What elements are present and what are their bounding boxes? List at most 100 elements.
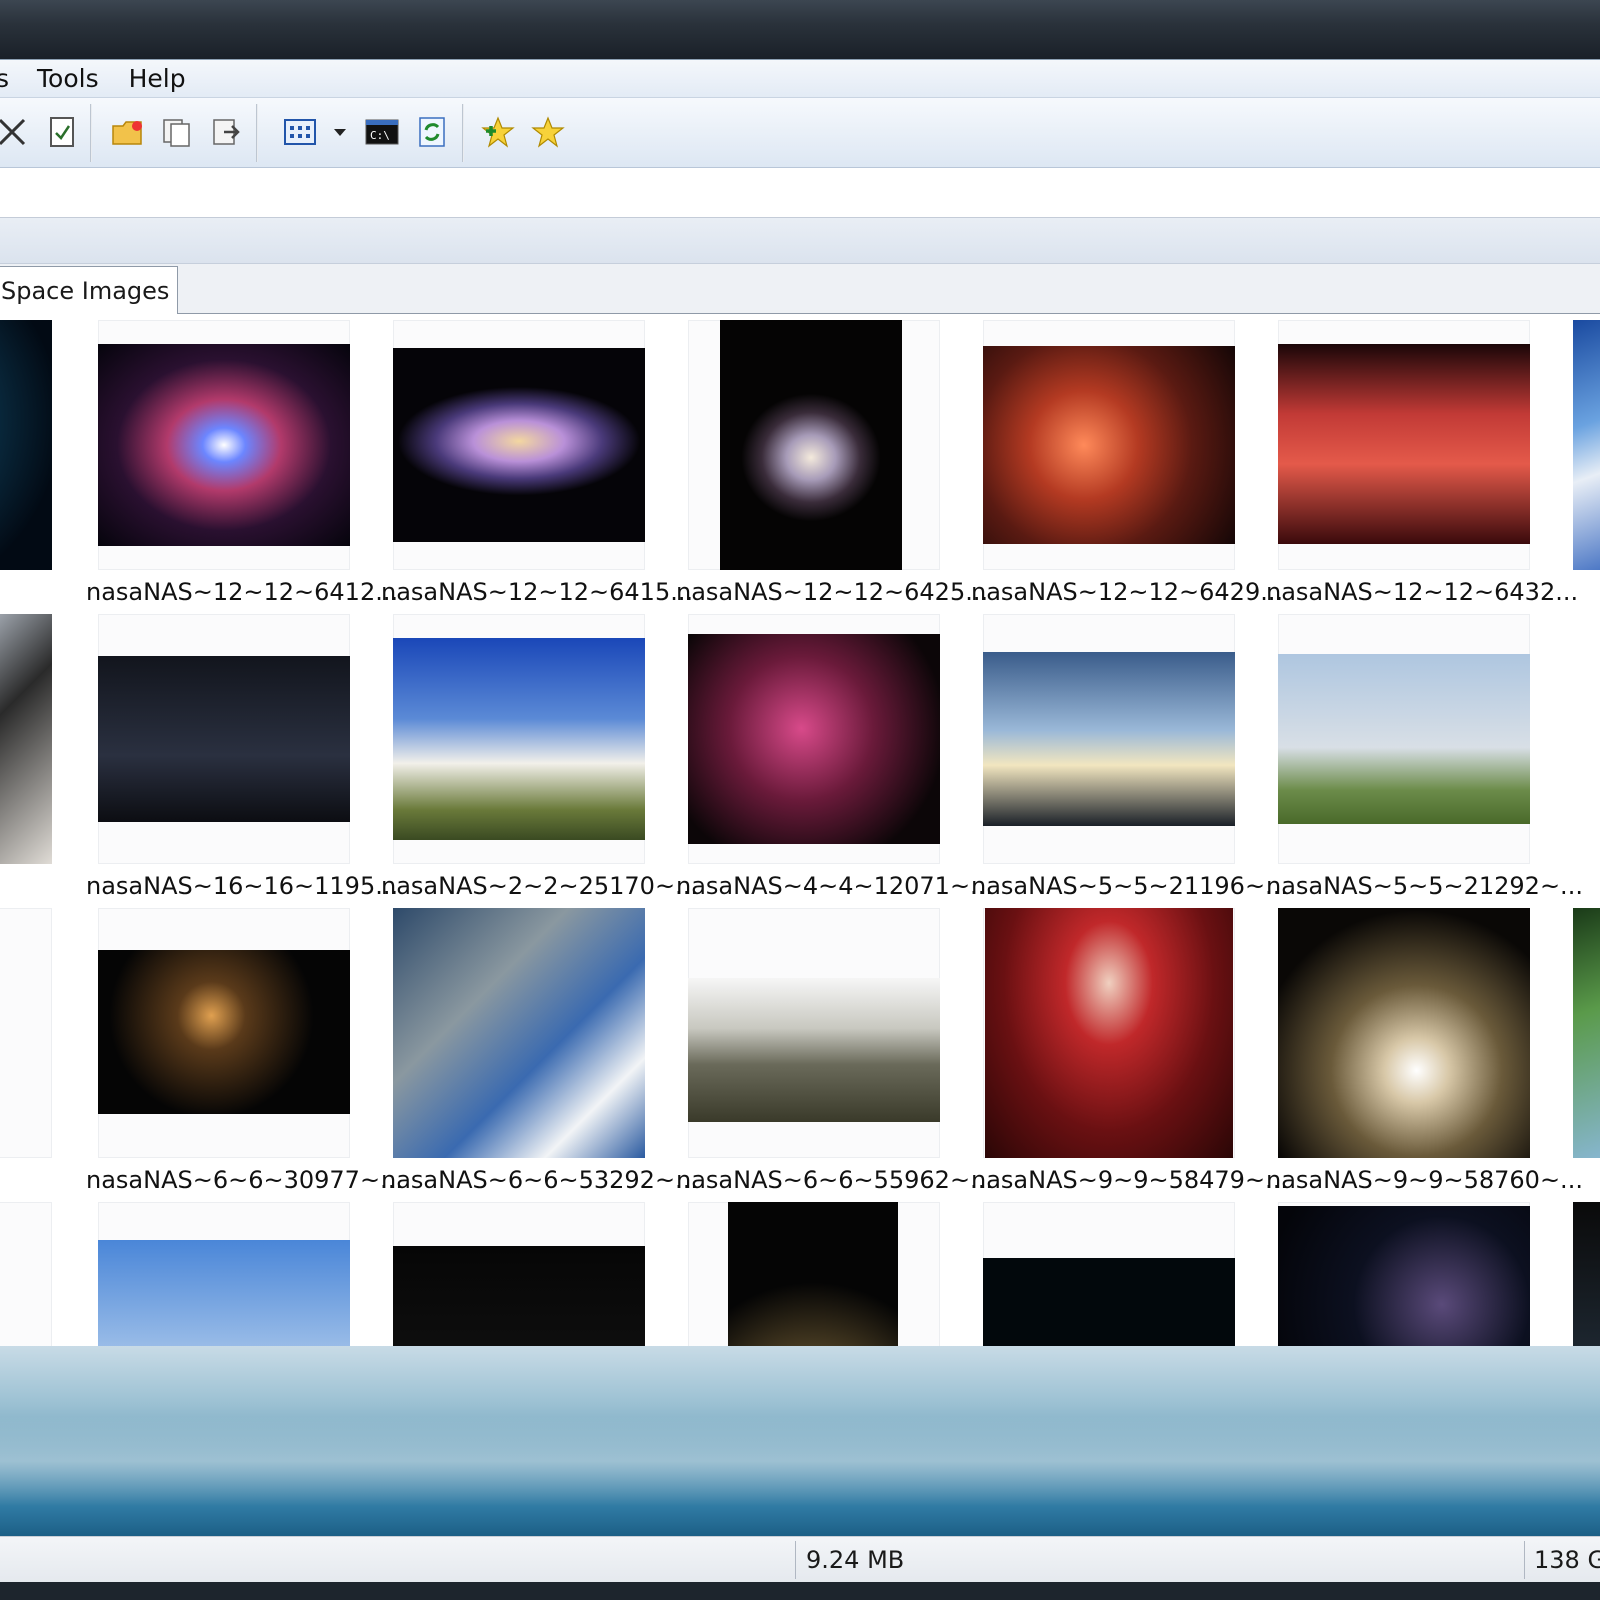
command-prompt-icon[interactable]: C:\: [364, 114, 400, 150]
toolbar-separator: [462, 104, 464, 162]
thumbnail-image-deep-field: [1278, 1206, 1530, 1346]
thumbnail-image-nebula-red: [983, 346, 1235, 544]
thumbnail-caption: nasaNAS~6~6~55962~...: [676, 1166, 993, 1194]
thumbnail-caption: nas: [1561, 1166, 1600, 1194]
thumbnail-caption: nasaNAS~6~6~53292~...: [381, 1166, 698, 1194]
thumbnail-image-nebula-pink: [688, 634, 940, 844]
menu-item-help[interactable]: Help: [129, 64, 186, 93]
thumbnail-item[interactable]: 1195...: [0, 614, 52, 904]
thumbnail-item[interactable]: nas: [1573, 320, 1600, 610]
toolbar: C:\: [0, 98, 1600, 168]
status-free-space: 138 G: [1534, 1546, 1600, 1574]
properties-icon[interactable]: [44, 114, 80, 150]
refresh-icon[interactable]: [414, 114, 450, 150]
thumbnail-image-nebula-pillar: [1278, 344, 1530, 544]
thumbnail-item[interactable]: nasaNAS~16~16~1195...: [86, 614, 398, 904]
title-bar[interactable]: [0, 0, 1600, 60]
tab-label: Space Images: [1, 277, 170, 305]
thumbnail-image-crawlerway: [688, 978, 940, 1122]
thumbnail-item[interactable]: nasaNAS~12~12~6429...: [971, 320, 1283, 610]
thumbnail-item[interactable]: nasaNAS~12~12~6415...: [381, 320, 693, 610]
thumbnail-caption: nasaNAS~12~12~6432...: [1266, 578, 1579, 606]
thumbnail-caption: nasaNAS~12~12~6412...: [86, 578, 399, 606]
svg-text:C:\: C:\: [370, 129, 390, 142]
thumbnail-item[interactable]: [0, 1202, 52, 1346]
thumbnail-image-pad-night: [728, 1202, 898, 1346]
thumbnail-item[interactable]: nasaNAS~9~9~58479~...: [971, 908, 1288, 1198]
thumbnail-caption: 562~...: [0, 1166, 68, 1194]
thumbnail-image-dark-edge: [1573, 1202, 1600, 1346]
thumbnail-caption: nas: [1561, 872, 1600, 900]
thumbnail-image-galaxy-whirlpool: [720, 320, 902, 570]
new-folder-icon[interactable]: [110, 114, 146, 150]
thumbnail-caption: nasaNAS~12~12~6429...: [971, 578, 1284, 606]
thumbnail-image-earth: [1573, 320, 1600, 570]
menu-bar: s Tools Help: [0, 60, 1600, 98]
thumbnail-item[interactable]: nas: [1573, 908, 1600, 1198]
desktop-highlight: [0, 1416, 1600, 1506]
thumbnail-item[interactable]: 5409...: [0, 320, 52, 610]
thumbnail-image-cone-nebula: [985, 908, 1233, 1158]
thumbnail-item[interactable]: [688, 1202, 940, 1346]
delete-icon[interactable]: [0, 114, 30, 150]
thumbnail-caption: nasaNAS~5~5~21196~...: [971, 872, 1288, 900]
move-to-icon[interactable]: [208, 114, 244, 150]
thumbnail-caption: nasaNAS~9~9~58760~...: [1266, 1166, 1583, 1194]
window-bottom-edge: [0, 1582, 1600, 1600]
thumbnail-image-rocket-night: [98, 950, 350, 1114]
thumbnail-frame: [0, 908, 52, 1158]
thumbnail-caption: 1195...: [0, 872, 68, 900]
thumbnail-item[interactable]: nas: [1573, 614, 1600, 904]
thumbnail-item[interactable]: 562~...: [0, 908, 52, 1198]
tab-space-images[interactable]: Space Images: [0, 266, 178, 315]
thumbnail-image-shuttle-landing: [1278, 654, 1530, 824]
thumbnail-image-nebula-blue: [0, 320, 52, 570]
thumbnail-item[interactable]: nasaNAS~12~12~6432...: [1266, 320, 1578, 610]
thumbnail-image-jet-sky: [98, 1240, 350, 1346]
thumbnail-item[interactable]: nasaNAS~2~2~25170~...: [381, 614, 698, 904]
thumbnail-image-launch-night: [1278, 908, 1530, 1158]
favorites-icon[interactable]: [530, 114, 566, 150]
view-dropdown-icon[interactable]: [330, 114, 350, 150]
thumbnail-item[interactable]: nasaNAS~5~5~21292~...: [1266, 614, 1583, 904]
tab-bar: Space Images: [0, 264, 1600, 315]
thumbnail-item[interactable]: [1278, 1202, 1530, 1346]
thumbnail-image-earth-green: [1573, 908, 1600, 1158]
thumbnail-item[interactable]: nasaNAS~6~6~55962~...: [676, 908, 993, 1198]
thumbnail-image-earth-orbit: [393, 908, 645, 1158]
thumbnail-image-galaxy-spiral: [393, 348, 645, 542]
filter-bar: [0, 218, 1600, 264]
view-mode-icon[interactable]: [282, 114, 318, 150]
thumbnail-item[interactable]: nasaNAS~4~4~12071~...: [676, 614, 993, 904]
add-favorite-icon[interactable]: [480, 114, 516, 150]
thumbnail-item[interactable]: nasaNAS~9~9~58760~...: [1266, 908, 1583, 1198]
thumbnail-image-station: [0, 614, 52, 864]
thumbnail-grid[interactable]: 5409...nasaNAS~12~12~6412...nasaNAS~12~1…: [0, 314, 1600, 1346]
menu-item-partial[interactable]: s: [0, 64, 9, 93]
thumbnail-caption: nasaNAS~2~2~25170~...: [381, 872, 698, 900]
thumbnail-item[interactable]: [983, 1202, 1235, 1346]
thumbnail-frame: [0, 1202, 52, 1346]
thumbnail-item[interactable]: nasaNAS~12~12~6425...: [676, 320, 988, 610]
thumbnail-image-galaxy-m82: [98, 344, 350, 546]
desktop-background: [0, 1346, 1600, 1536]
thumbnail-image-blank: [1573, 614, 1600, 864]
thumbnail-caption: nasaNAS~5~5~21292~...: [1266, 872, 1583, 900]
thumbnail-caption: nasaNAS~9~9~58479~...: [971, 1166, 1288, 1194]
thumbnail-caption: nasaNAS~16~16~1195...: [86, 872, 399, 900]
menu-item-tools[interactable]: Tools: [37, 64, 99, 93]
thumbnail-item[interactable]: [98, 1202, 350, 1346]
copy-to-icon[interactable]: [158, 114, 194, 150]
status-separator: [795, 1541, 796, 1579]
thumbnail-caption: nasaNAS~6~6~30977~...: [86, 1166, 403, 1194]
thumbnail-image-dark-sky: [393, 1246, 645, 1346]
thumbnail-item[interactable]: nasaNAS~5~5~21196~...: [971, 614, 1288, 904]
thumbnail-item[interactable]: nasaNAS~12~12~6412...: [86, 320, 398, 610]
thumbnail-image-launch-clouds: [393, 638, 645, 840]
thumbnail-item[interactable]: [1573, 1202, 1600, 1346]
thumbnail-item[interactable]: [393, 1202, 645, 1346]
address-bar[interactable]: [0, 168, 1600, 218]
thumbnail-item[interactable]: nasaNAS~6~6~30977~...: [86, 908, 403, 1198]
thumbnail-item[interactable]: nasaNAS~6~6~53292~...: [381, 908, 698, 1198]
thumbnail-image-pad-sunset: [983, 652, 1235, 826]
